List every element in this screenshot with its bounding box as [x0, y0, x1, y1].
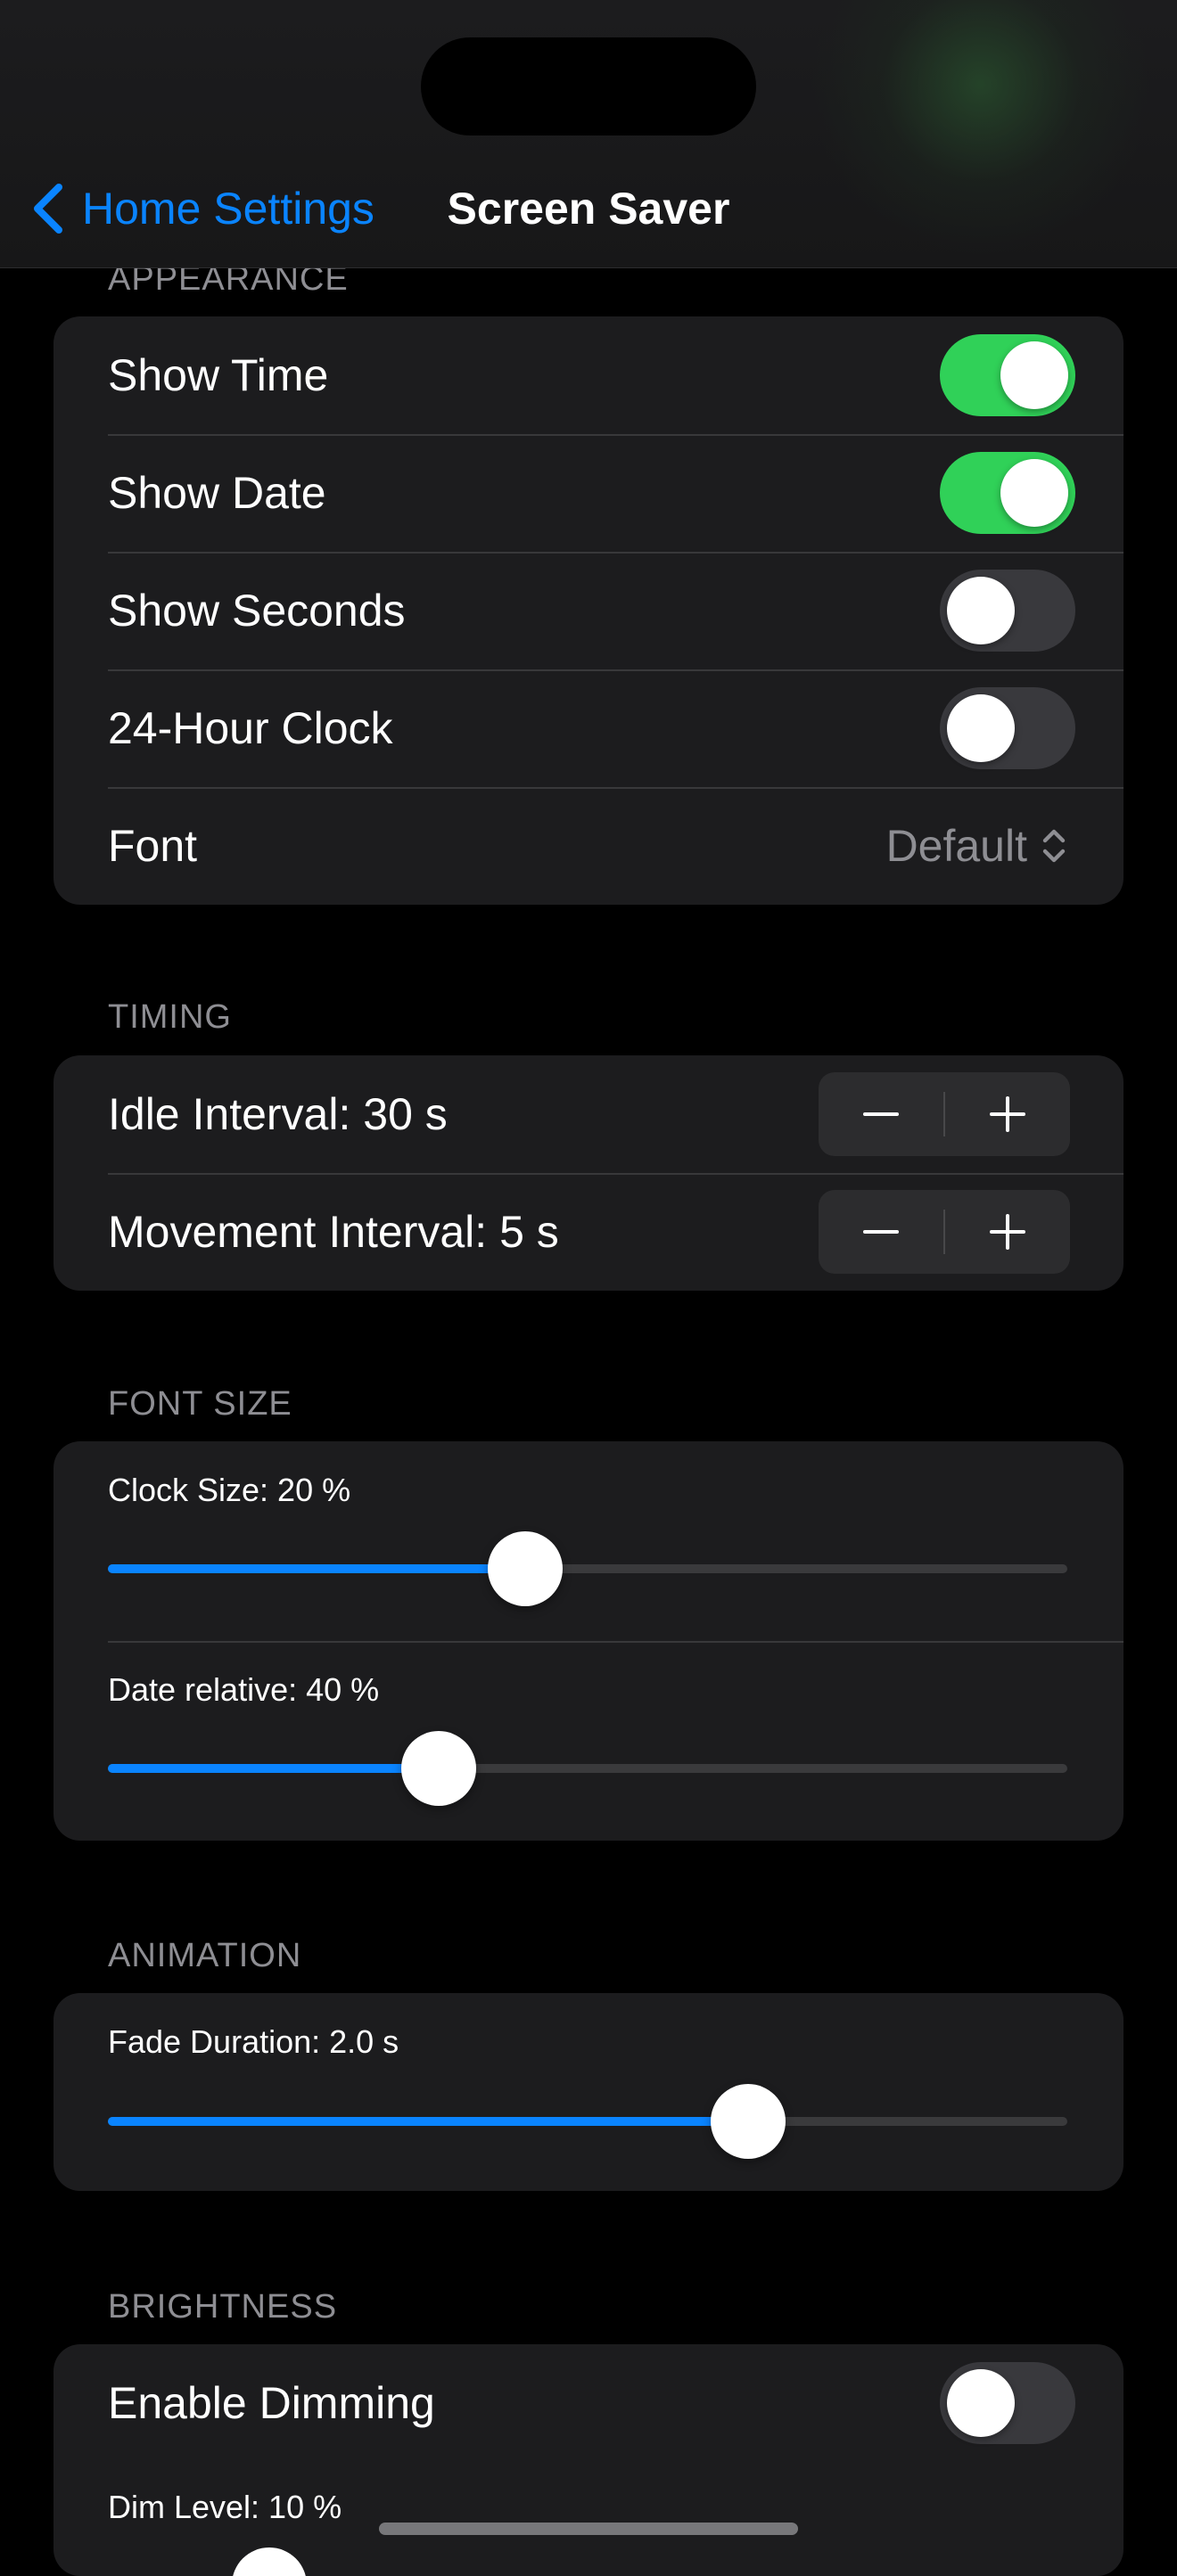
navigation-bar: Home Settings Screen Saver: [0, 0, 1177, 268]
toggle-knob: [1000, 459, 1068, 527]
show-time-toggle[interactable]: [940, 334, 1075, 416]
toggle-knob: [947, 2369, 1015, 2437]
enable-dimming-row: Enable Dimming: [54, 2344, 1124, 2462]
section-header-font-size: FONT SIZE: [108, 1385, 292, 1423]
fade-duration-row: Fade Duration: 2.0 s: [54, 1993, 1124, 2191]
date-relative-row: Date relative: 40 %: [54, 1641, 1124, 1841]
slider-thumb[interactable]: [401, 1731, 476, 1806]
timing-group: Idle Interval: 30 s Movement Interval: 5…: [54, 1055, 1124, 1291]
idle-interval-row: Idle Interval: 30 s: [54, 1055, 1124, 1173]
show-seconds-toggle[interactable]: [940, 570, 1075, 652]
movement-interval-row: Movement Interval: 5 s: [54, 1173, 1124, 1291]
minus-icon: [863, 1112, 899, 1116]
show-time-label: Show Time: [108, 350, 329, 400]
slider-fill: [108, 1764, 439, 1773]
show-seconds-row: Show Seconds: [54, 552, 1124, 669]
font-row[interactable]: Font Default: [54, 787, 1124, 905]
fade-duration-label: Fade Duration: 2.0 s: [108, 2023, 399, 2060]
dynamic-island: [421, 37, 756, 135]
animation-group: Fade Duration: 2.0 s: [54, 1993, 1124, 2191]
font-label: Font: [108, 821, 198, 871]
dim-level-row: Dim Level: 10 %: [54, 2462, 1124, 2576]
24-hour-clock-label: 24-Hour Clock: [108, 703, 393, 753]
movement-interval-label: Movement Interval: 5 s: [108, 1207, 559, 1257]
font-picker-value: Default: [885, 821, 1027, 871]
section-header-timing: TIMING: [108, 998, 232, 1036]
movement-interval-increment-button[interactable]: [945, 1190, 1070, 1274]
section-header-animation: ANIMATION: [108, 1937, 302, 1974]
enable-dimming-toggle[interactable]: [940, 2362, 1075, 2444]
page-title: Screen Saver: [447, 184, 730, 234]
idle-interval-increment-button[interactable]: [945, 1072, 1070, 1156]
date-relative-slider[interactable]: [108, 1731, 1067, 1806]
font-size-group: Clock Size: 20 % Date relative: 40 %: [54, 1441, 1124, 1841]
appearance-group: Show Time Show Date Show Seconds 24-Hour…: [54, 316, 1124, 905]
clock-size-slider[interactable]: [108, 1531, 1067, 1606]
show-time-row: Show Time: [54, 316, 1124, 434]
clock-size-label: Clock Size: 20 %: [108, 1472, 351, 1508]
dim-level-label: Dim Level: 10 %: [108, 2489, 342, 2525]
slider-thumb[interactable]: [488, 1531, 563, 1606]
plus-icon: [990, 1096, 1025, 1132]
plus-icon: [990, 1214, 1025, 1250]
slider-fill: [108, 1564, 525, 1573]
chevron-up-down-icon: [1042, 829, 1066, 863]
idle-interval-decrement-button[interactable]: [819, 1072, 943, 1156]
section-header-brightness: BRIGHTNESS: [108, 2288, 338, 2326]
date-relative-label: Date relative: 40 %: [108, 1671, 380, 1708]
idle-interval-stepper[interactable]: [819, 1072, 1070, 1156]
minus-icon: [863, 1230, 899, 1234]
24-hour-clock-toggle[interactable]: [940, 687, 1075, 769]
show-seconds-label: Show Seconds: [108, 586, 406, 636]
toggle-knob: [947, 577, 1015, 644]
24-hour-clock-row: 24-Hour Clock: [54, 669, 1124, 787]
toggle-knob: [1000, 341, 1068, 409]
font-picker[interactable]: Default: [886, 820, 1068, 872]
toggle-knob: [947, 694, 1015, 762]
clock-size-row: Clock Size: 20 %: [54, 1441, 1124, 1641]
brightness-group: Enable Dimming Dim Level: 10 %: [54, 2344, 1124, 2576]
slider-fill: [108, 2117, 748, 2126]
movement-interval-decrement-button[interactable]: [819, 1190, 943, 1274]
home-indicator: [379, 2523, 798, 2535]
dim-level-slider-thumb[interactable]: [232, 2547, 307, 2576]
movement-interval-stepper[interactable]: [819, 1190, 1070, 1274]
idle-interval-label: Idle Interval: 30 s: [108, 1089, 448, 1139]
fade-duration-slider[interactable]: [108, 2084, 1067, 2159]
slider-thumb[interactable]: [711, 2084, 786, 2159]
enable-dimming-label: Enable Dimming: [108, 2378, 435, 2428]
show-date-toggle[interactable]: [940, 452, 1075, 534]
show-date-label: Show Date: [108, 468, 326, 518]
show-date-row: Show Date: [54, 434, 1124, 552]
